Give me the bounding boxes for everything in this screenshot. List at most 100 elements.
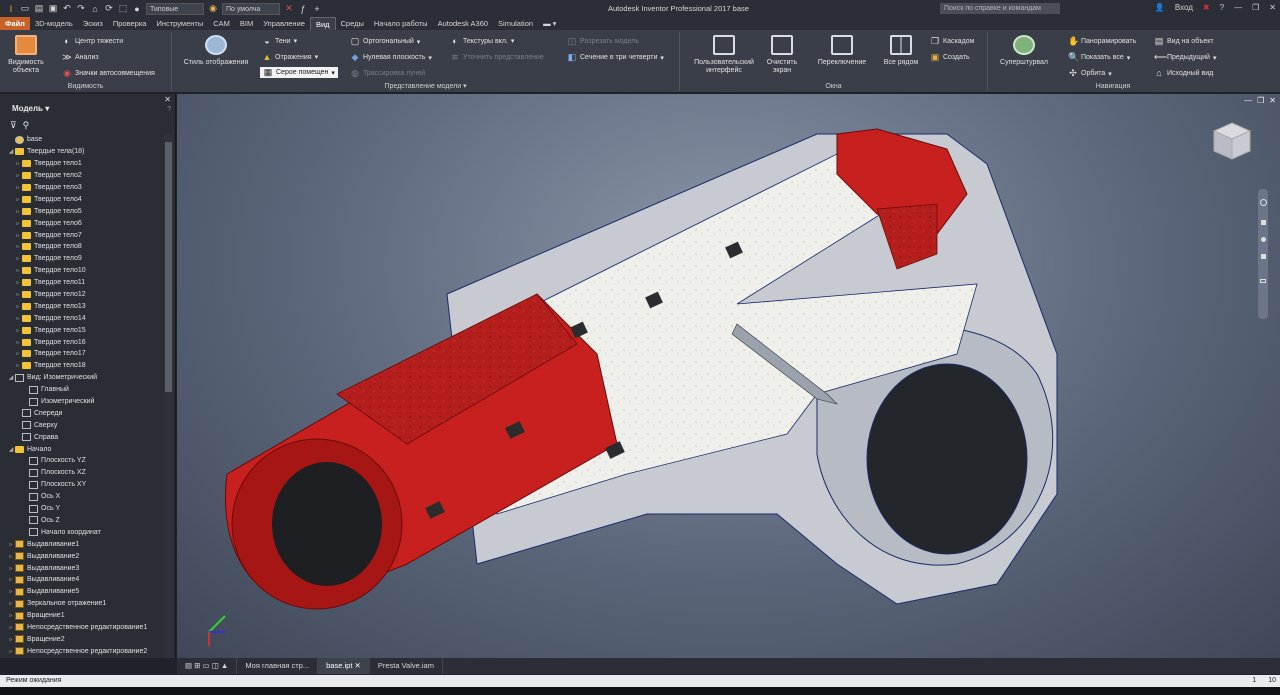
viewport-restore-button[interactable]: ❐ [1257,96,1264,105]
steering-wheels-button[interactable]: Суперштурвал [992,35,1056,67]
expand-icon[interactable]: ▹ [7,541,15,548]
browser-close-icon[interactable]: ✕ [164,95,171,104]
viewport-close-button[interactable]: ✕ [1269,96,1276,105]
tree-item[interactable]: ▹ Вращение1 [0,610,164,622]
expand-icon[interactable]: ▹ [14,208,22,215]
expand-icon[interactable]: ▹ [7,588,15,595]
browser-scroll-thumb[interactable] [165,142,172,392]
tree-item[interactable]: Ось Z [0,515,164,527]
textures-button[interactable]: ◐ Текстуры вкл. ▾ [450,36,514,46]
tree-item[interactable]: ▹ Непосредственное редактирование1 [0,622,164,634]
browser-scrollbar[interactable] [164,134,173,658]
tree-item[interactable]: ◢ Начало [0,443,164,455]
tree-item[interactable]: ▹ Твердое тело5 [0,205,164,217]
tab-get-started[interactable]: Начало работы [369,17,433,30]
user-icon[interactable]: 👤 [1155,3,1165,12]
login-link[interactable]: Вход [1175,3,1193,12]
navbar-pan-icon[interactable] [1260,220,1266,225]
expand-icon[interactable]: ◢ [7,148,15,155]
expand-icon[interactable]: ▹ [14,196,22,203]
tree-item[interactable]: ▹ Выдавливание2 [0,550,164,562]
tree-item[interactable]: Ось X [0,491,164,503]
user-interface-button[interactable]: Пользовательский интерфейс [686,35,762,75]
orbit-button[interactable]: ✣ Орбита ▾ [1068,68,1112,79]
open-file-icon[interactable]: ▤ [34,3,44,14]
material-icon[interactable]: ● [132,4,142,14]
tab-inspect[interactable]: Проверка [108,17,152,30]
tree-item[interactable]: ▹ Твердое тело13 [0,300,164,312]
tab-manage[interactable]: Управление [258,17,310,30]
expand-icon[interactable]: ▹ [14,350,22,357]
tree-item[interactable]: ▹ Твердое тело12 [0,289,164,301]
minimize-button[interactable]: — [1234,3,1242,12]
find-icon[interactable]: ⚲ [23,120,30,131]
tree-item[interactable]: ▹ Твердое тело17 [0,348,164,360]
model-view[interactable] [177,94,1280,658]
reflections-button[interactable]: ▲ Отражения ▾ [262,52,319,62]
pan-button[interactable]: ✋ Панорамировать [1068,36,1136,47]
shadows-button[interactable]: ◒ Тени ▾ [262,36,297,46]
tree-item[interactable]: ◢ Вид: Изометрический [0,372,164,384]
expand-icon[interactable]: ▹ [14,160,22,167]
undo-icon[interactable]: ↶ [62,3,72,14]
tree-item[interactable]: Плоскость YZ [0,455,164,467]
ribbon-options-icon[interactable]: ▬ ▾ [538,17,561,30]
tree-item[interactable]: Изометрический [0,396,164,408]
doc-tab-home[interactable]: Моя главная стр... [237,658,319,674]
left-nut[interactable] [225,293,618,610]
save-icon[interactable]: ▣ [48,3,58,14]
home-view-button[interactable]: ⌂ Исходный вид [1154,68,1213,78]
orthographic-button[interactable]: ▢ Ортогональный ▾ [350,36,421,47]
tree-item[interactable]: ▹Выдавливание6 [0,657,164,658]
maximize-button[interactable]: ❐ [1252,3,1259,12]
appearance-icon[interactable]: ◉ [208,3,218,14]
expand-icon[interactable]: ▹ [14,339,22,346]
tree-item[interactable]: ▹ Выдавливание5 [0,586,164,598]
expand-icon[interactable]: ▹ [7,636,15,643]
doc-tab-base[interactable]: base.ipt ✕ [318,658,370,674]
tree-item[interactable]: ▹ Твердое тело15 [0,324,164,336]
material-combo[interactable]: Типовые [146,2,204,15]
expand-icon[interactable]: ▹ [7,624,15,631]
previous-view-button[interactable]: ⟵ Предыдущий ▾ [1154,52,1216,63]
tree-item[interactable]: ▹ Твердое тело2 [0,170,164,182]
tab-a360[interactable]: Autodesk A360 [433,17,493,30]
navbar-zoom-icon[interactable] [1260,237,1266,242]
navbar-wheel-icon[interactable] [1259,199,1267,206]
tree-item[interactable]: ▹ Твердое тело9 [0,253,164,265]
expand-icon[interactable]: ▹ [14,315,22,322]
measure-icon[interactable]: + [312,4,322,14]
object-visibility-button[interactable]: Видимость объекта [6,35,46,75]
display-style-button[interactable]: Стиль отображения [178,35,254,67]
tree-item[interactable]: ▹ Твердое тело18 [0,360,164,372]
tree-item[interactable]: ▹ Твердое тело16 [0,336,164,348]
expand-icon[interactable]: ▹ [14,232,22,239]
tree-item[interactable]: ▹ Твердое тело8 [0,241,164,253]
expand-icon[interactable]: ▹ [7,553,15,560]
help-icon[interactable]: ? [1220,3,1224,12]
tile-windows-button[interactable]: Все рядом [878,35,924,67]
viewcube-icon[interactable] [1210,119,1254,163]
expand-icon[interactable]: ▹ [7,565,15,572]
help-search-input[interactable]: Поиск по справке и командам [940,3,1060,14]
tree-item[interactable]: ▹ Выдавливание4 [0,574,164,586]
expand-icon[interactable]: ▹ [14,327,22,334]
graphics-window[interactable]: — ❐ ✕ [177,94,1280,658]
navbar-orbit-icon[interactable] [1260,254,1266,259]
tab-environments[interactable]: Среды [336,17,369,30]
tree-item[interactable]: ▹ Выдавливание1 [0,538,164,550]
doc-tab-presta-valve[interactable]: Presta Valve.iam [370,658,443,674]
tree-item[interactable]: ▹ Непосредственное редактирование2 [0,645,164,657]
filter-icon[interactable]: ⊽ [10,120,17,131]
tab-sketch[interactable]: Эскиз [78,17,108,30]
tree-item[interactable]: base [0,134,164,146]
tree-item[interactable]: ▹ Твердое тело11 [0,277,164,289]
group-appearance-label[interactable]: Представление модели ▾ [172,82,679,90]
browser-help-icon[interactable]: ? [167,106,171,113]
expand-icon[interactable]: ▹ [14,243,22,250]
tree-item[interactable]: ▹ Твердое тело1 [0,158,164,170]
tab-view[interactable]: Вид [309,17,336,30]
doc-tab-close-icon[interactable]: ✕ [355,661,361,670]
tree-item[interactable]: Плоскость XY [0,479,164,491]
tree-item[interactable]: ▹ Зеркальное отражение1 [0,598,164,610]
